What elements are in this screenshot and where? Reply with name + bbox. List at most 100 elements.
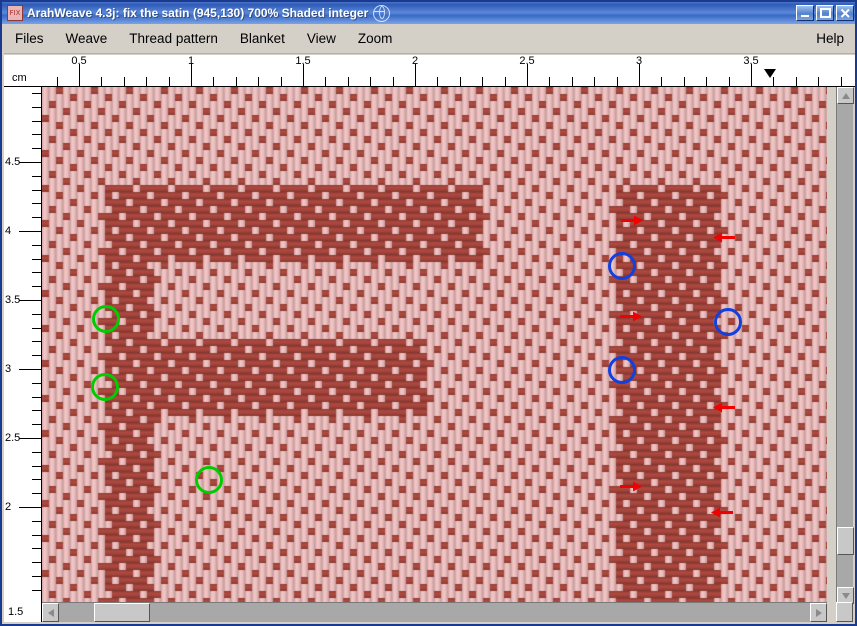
weave-canvas-area[interactable]: [42, 87, 827, 604]
ruler-tick-minor: [32, 562, 41, 563]
scrollbar-corner: [836, 602, 853, 622]
ruler-tick-minor: [32, 548, 41, 549]
menu-bar: Files Weave Thread pattern Blanket View …: [4, 24, 855, 54]
menu-files[interactable]: Files: [4, 28, 55, 49]
ruler-tick-minor: [32, 217, 41, 218]
menu-view[interactable]: View: [296, 28, 347, 49]
ruler-label-h: 1: [187, 55, 195, 67]
ruler-tick-minor: [213, 77, 214, 86]
app-icon: FIX: [7, 5, 23, 21]
horizontal-scroll-thumb[interactable]: [94, 603, 150, 622]
ruler-tick-minor: [32, 355, 41, 356]
horizontal-scrollbar[interactable]: [42, 602, 827, 622]
ruler-tick-minor: [617, 77, 618, 86]
ruler-tick-minor: [32, 134, 41, 135]
ruler-tick-minor: [773, 77, 774, 86]
ruler-tick-minor: [684, 77, 685, 86]
ruler-tick-minor: [32, 521, 41, 522]
ruler-label-v: 2.5: [5, 432, 21, 444]
ruler-tick-minor: [32, 328, 41, 329]
triangle-right-icon: [815, 608, 822, 617]
ruler-tick-minor: [594, 77, 595, 86]
ruler-tick-minor: [572, 77, 573, 86]
maximize-button[interactable]: [816, 5, 834, 21]
window-title: ArahWeave 4.3j: fix the satin (945,130) …: [27, 6, 369, 20]
ruler-tick-minor: [818, 77, 819, 86]
ruler-tick-minor: [729, 77, 730, 86]
menu-help[interactable]: Help: [805, 28, 855, 49]
ruler-tick-minor: [706, 77, 707, 86]
vertical-scroll-thumb[interactable]: [837, 527, 854, 555]
ruler-tick-minor: [32, 576, 41, 577]
window-controls: [796, 5, 855, 21]
ruler-tick-minor: [32, 190, 41, 191]
ruler-tick-minor: [437, 77, 438, 86]
ruler-tick-minor: [32, 148, 41, 149]
scroll-left-button[interactable]: [42, 603, 59, 622]
ruler-tick-minor: [169, 77, 170, 86]
ruler-label-h: 2: [411, 55, 419, 67]
ruler-tick-minor: [32, 410, 41, 411]
ruler-tick-minor: [325, 77, 326, 86]
ruler-tick-major: [79, 64, 80, 86]
ruler-tick-minor: [146, 77, 147, 86]
menu-weave[interactable]: Weave: [55, 28, 119, 49]
ruler-tick-major: [527, 64, 528, 86]
ruler-tick-minor: [32, 121, 41, 122]
ruler-tick-major: [639, 64, 640, 86]
ruler-tick-minor: [236, 77, 237, 86]
ruler-tick-minor: [32, 93, 41, 94]
minimize-button[interactable]: [796, 5, 814, 21]
ruler-tick-minor: [393, 77, 394, 86]
vertical-ruler[interactable]: 4.543.532.521.5: [4, 87, 42, 604]
ruler-label-h: 3: [635, 55, 643, 67]
ruler-tick-minor: [32, 272, 41, 273]
ruler-tick-minor: [549, 77, 550, 86]
triangle-up-icon: [841, 92, 850, 99]
fabric-weave-canvas[interactable]: [42, 87, 827, 604]
ruler-tick-minor: [32, 314, 41, 315]
ruler-position-marker: [764, 69, 776, 78]
ruler-tick-minor: [32, 259, 41, 260]
ruler-tick-major: [19, 162, 41, 163]
close-button[interactable]: [836, 5, 854, 21]
ruler-origin-label: 1.5: [8, 606, 24, 618]
ruler-tick-minor: [505, 77, 506, 86]
ruler-label-v: 3: [5, 363, 12, 375]
scroll-up-button[interactable]: [837, 87, 854, 104]
ruler-tick-minor: [32, 590, 41, 591]
triangle-down-icon: [841, 592, 850, 599]
ruler-tick-minor: [101, 77, 102, 86]
ruler-tick-minor: [32, 203, 41, 204]
title-bar: FIX ArahWeave 4.3j: fix the satin (945,1…: [2, 2, 855, 24]
triangle-left-icon: [47, 608, 54, 617]
ruler-tick-major: [19, 231, 41, 232]
ruler-label-v: 4.5: [5, 156, 21, 168]
ruler-tick-minor: [348, 77, 349, 86]
ruler-tick-minor: [32, 286, 41, 287]
menu-blanket[interactable]: Blanket: [229, 28, 296, 49]
ruler-tick-minor: [281, 77, 282, 86]
ruler-tick-minor: [841, 77, 842, 86]
menu-zoom[interactable]: Zoom: [347, 28, 404, 49]
ruler-label-h: 1.5: [295, 55, 311, 67]
vertical-scrollbar[interactable]: [836, 87, 854, 604]
ruler-label-h: 0.5: [71, 55, 87, 67]
ruler-tick-minor: [796, 77, 797, 86]
scroll-right-button[interactable]: [810, 603, 827, 622]
ruler-tick-minor: [32, 383, 41, 384]
ruler-tick-minor: [32, 341, 41, 342]
ruler-tick-major: [19, 438, 41, 439]
ruler-tick-minor: [32, 424, 41, 425]
ruler-tick-minor: [124, 77, 125, 86]
ruler-label-v: 2: [5, 501, 12, 513]
horizontal-ruler[interactable]: 0.5 1 1.5 2 2.5 3 3.5: [4, 55, 855, 87]
ruler-tick-minor: [370, 77, 371, 86]
menu-thread-pattern[interactable]: Thread pattern: [118, 28, 229, 49]
ruler-tick-major: [303, 64, 304, 86]
ruler-tick-minor: [460, 77, 461, 86]
ruler-tick-major: [19, 507, 41, 508]
ruler-tick-major: [19, 369, 41, 370]
ruler-tick-minor: [32, 452, 41, 453]
ruler-tick-minor: [661, 77, 662, 86]
